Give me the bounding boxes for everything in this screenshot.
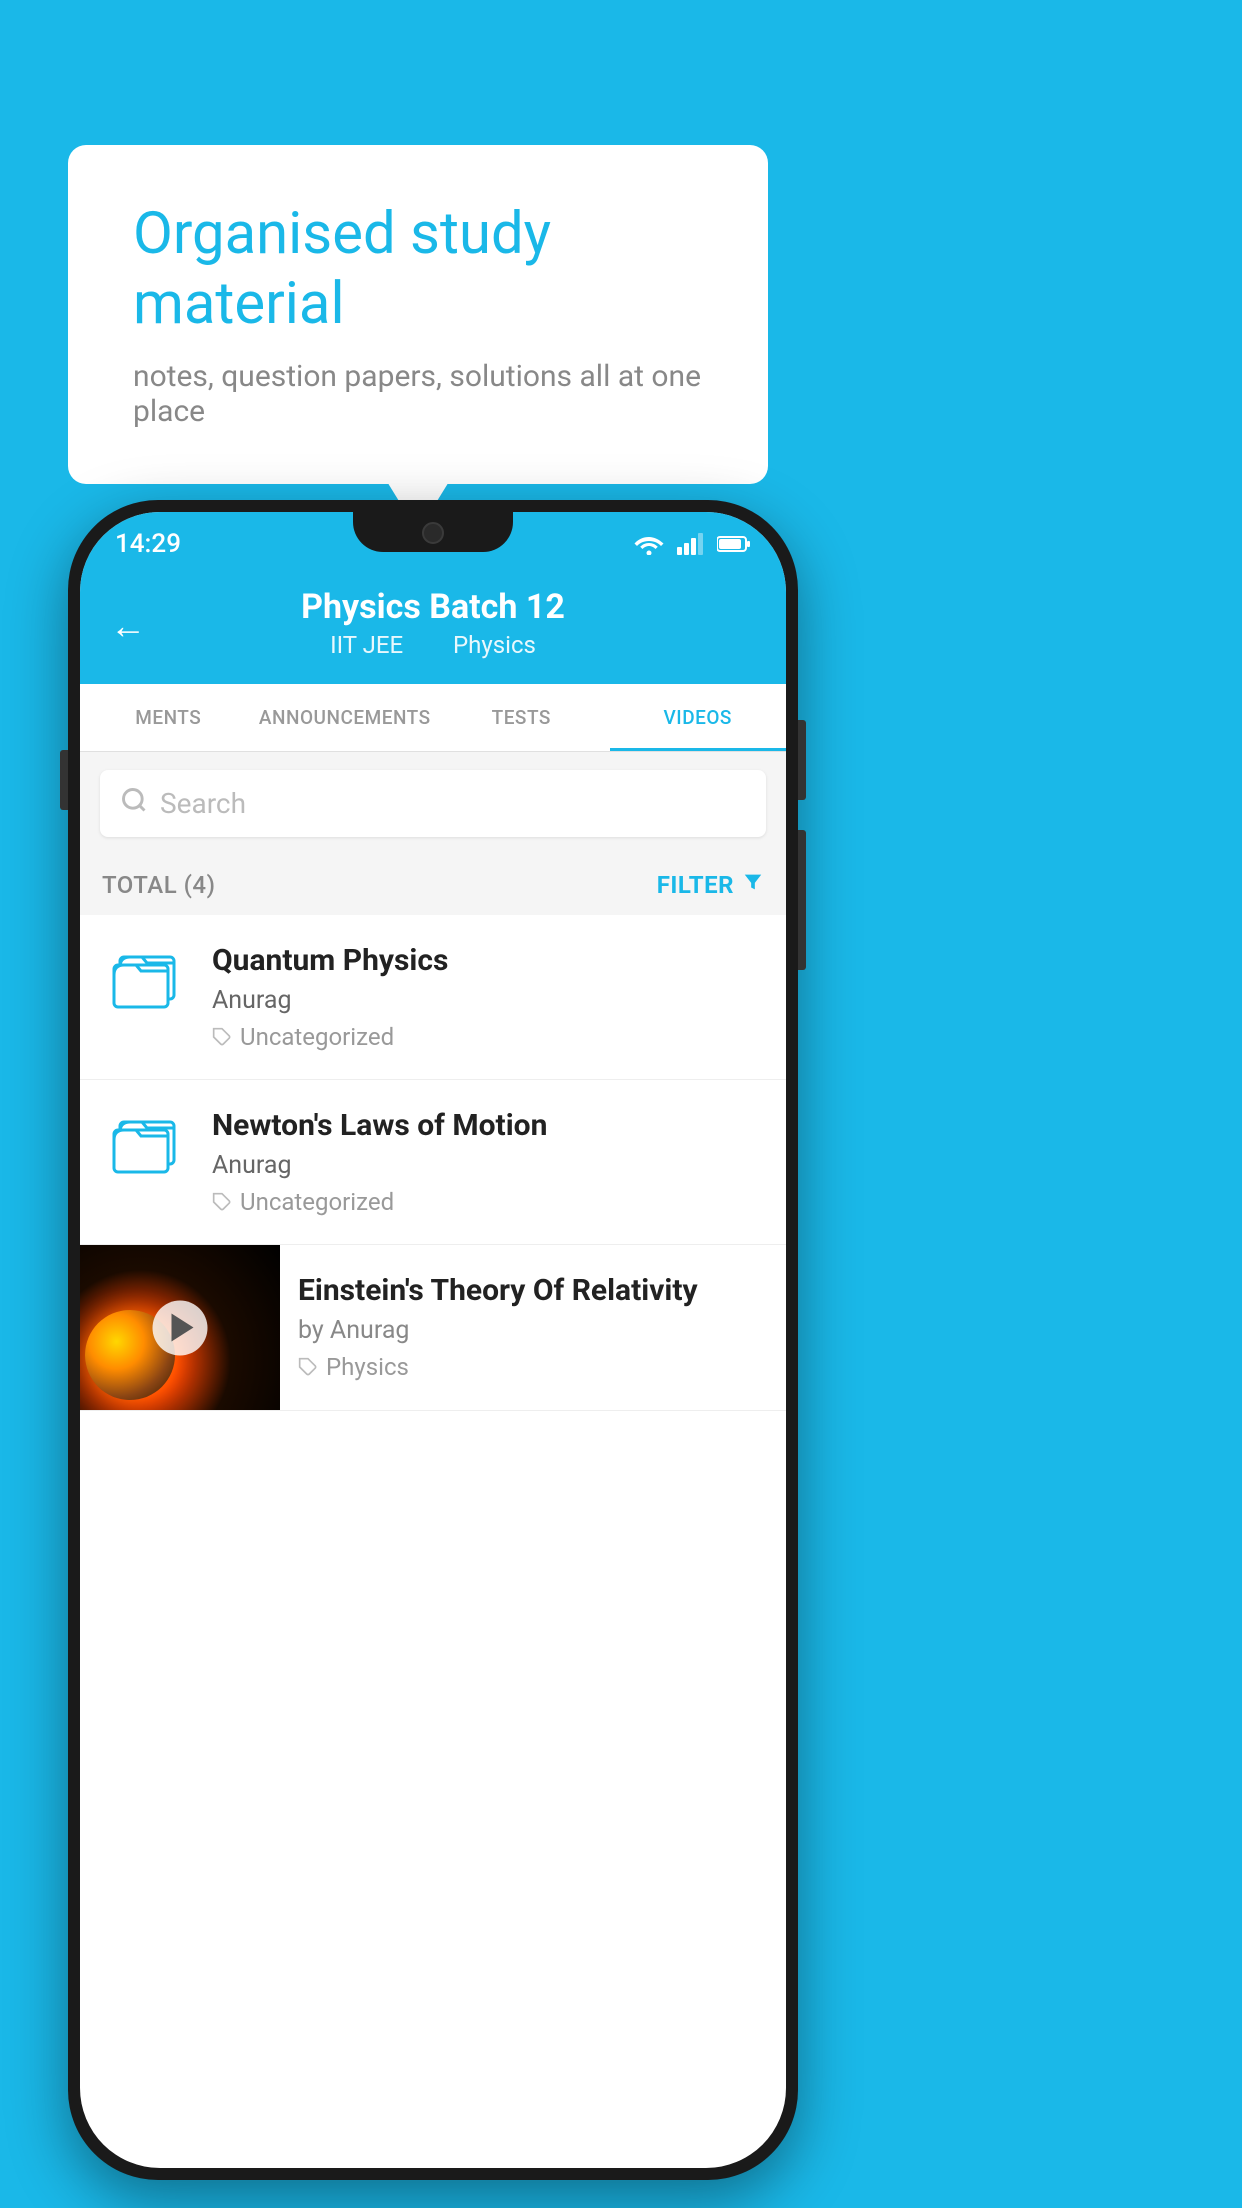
tag-icon (298, 1357, 318, 1377)
status-time: 14:29 (115, 529, 181, 559)
video-content: Einstein's Theory Of Relativity by Anura… (280, 1245, 786, 1409)
content-list: Quantum Physics Anurag Uncategorized (80, 915, 786, 1411)
video-tag: Physics (298, 1353, 768, 1381)
subtitle-physics: Physics (453, 631, 536, 659)
video-thumbnail (80, 1245, 280, 1410)
phone-notch (353, 512, 513, 552)
screen-title: Physics Batch 12 (110, 587, 756, 627)
tag-label: Uncategorized (240, 1023, 394, 1051)
back-button[interactable]: ← (110, 605, 146, 647)
folder-icon-wrapper (102, 947, 192, 1012)
filter-bar: TOTAL (4) FILTER (80, 855, 786, 915)
tab-ments[interactable]: MENTS (80, 684, 257, 751)
signal-icon (677, 533, 705, 555)
item-content: Quantum Physics Anurag Uncategorized (212, 943, 764, 1051)
folder-icon (112, 947, 182, 1012)
list-item[interactable]: Quantum Physics Anurag Uncategorized (80, 915, 786, 1080)
battery-icon (717, 535, 751, 553)
status-icons (633, 533, 751, 555)
search-container: Search (80, 752, 786, 855)
speech-bubble: Organised study material notes, question… (68, 145, 768, 484)
video-item[interactable]: Einstein's Theory Of Relativity by Anura… (80, 1245, 786, 1411)
filter-funnel-icon (742, 871, 764, 899)
phone-frame: 14:29 (68, 500, 798, 2180)
video-author: by Anurag (298, 1316, 768, 1345)
video-title: Einstein's Theory Of Relativity (298, 1273, 768, 1308)
subtitle-sep (425, 631, 437, 659)
subtitle-iit: IIT JEE (330, 631, 403, 659)
tag-icon (212, 1027, 232, 1047)
item-title: Quantum Physics (212, 943, 764, 978)
total-count: TOTAL (4) (102, 871, 215, 899)
tag-label: Physics (326, 1353, 409, 1381)
bubble-subtitle: notes, question papers, solutions all at… (133, 359, 703, 429)
filter-label: FILTER (657, 871, 734, 899)
tab-bar: MENTS ANNOUNCEMENTS TESTS VIDEOS (80, 684, 786, 752)
top-bar: ← Physics Batch 12 IIT JEE Physics (80, 567, 786, 684)
tab-videos[interactable]: VIDEOS (610, 684, 787, 751)
filter-button[interactable]: FILTER (657, 871, 764, 899)
play-button[interactable] (153, 1300, 208, 1355)
speech-bubble-wrapper: Organised study material notes, question… (68, 145, 768, 484)
search-bar[interactable]: Search (100, 770, 766, 837)
item-author: Anurag (212, 1151, 764, 1180)
tag-label: Uncategorized (240, 1188, 394, 1216)
phone-screen: 14:29 (80, 512, 786, 2168)
wifi-icon (633, 533, 665, 555)
phone-volume-down-button (798, 830, 806, 970)
search-icon (120, 786, 148, 821)
phone-power-button (798, 720, 806, 800)
screen-subtitle: IIT JEE Physics (110, 631, 756, 659)
tab-tests[interactable]: TESTS (433, 684, 610, 751)
phone-volume-button (60, 750, 68, 810)
search-input[interactable]: Search (160, 787, 246, 820)
item-title: Newton's Laws of Motion (212, 1108, 764, 1143)
folder-icon (112, 1112, 182, 1177)
folder-icon-wrapper (102, 1112, 192, 1177)
camera-dot (422, 522, 444, 544)
play-triangle-icon (171, 1314, 193, 1342)
item-tag: Uncategorized (212, 1023, 764, 1051)
tab-announcements[interactable]: ANNOUNCEMENTS (257, 684, 434, 751)
bubble-title: Organised study material (133, 200, 703, 339)
list-item[interactable]: Newton's Laws of Motion Anurag Uncategor… (80, 1080, 786, 1245)
item-tag: Uncategorized (212, 1188, 764, 1216)
tag-icon (212, 1192, 232, 1212)
item-content: Newton's Laws of Motion Anurag Uncategor… (212, 1108, 764, 1216)
item-author: Anurag (212, 986, 764, 1015)
